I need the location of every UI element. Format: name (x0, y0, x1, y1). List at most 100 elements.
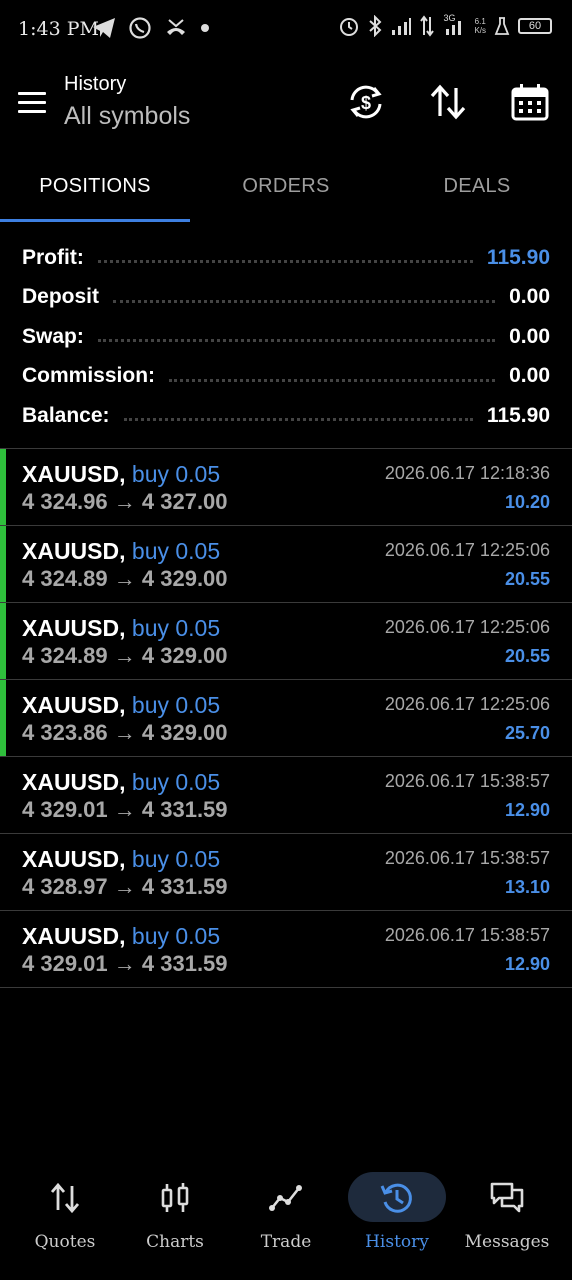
position-symbol: XAUUSD, (22, 846, 126, 872)
close-price: 4 331.59 (141, 797, 228, 822)
position-profit: 13.10 (504, 877, 550, 897)
arrow-icon: → (113, 951, 136, 976)
summary-label: Balance: (22, 403, 110, 427)
dotted-leader (123, 418, 473, 422)
history-icon (380, 1183, 412, 1213)
close-price: 4 329.00 (141, 643, 228, 668)
summary-value: 0.00 (509, 324, 550, 348)
open-price: 4 324.89 (22, 566, 108, 591)
summary-label: Swap: (22, 324, 84, 348)
position-time: 2026.06.17 15:38:57 (384, 771, 550, 791)
close-price: 4 329.00 (141, 566, 228, 591)
nav-quotes[interactable]: Quotes (10, 1160, 120, 1270)
network-label: 3G (443, 13, 456, 23)
active-tab-indicator (0, 219, 190, 222)
position-time: 2026.06.17 12:25:06 (384, 694, 550, 714)
notification-icons (92, 16, 210, 40)
position-time: 2026.06.17 12:18:36 (384, 463, 550, 483)
tab-orders[interactable]: ORDERS (191, 150, 381, 222)
positions-list: XAUUSD, buy 0.05 4 324.96 → 4 327.00 202… (0, 448, 572, 988)
calendar-icon[interactable] (510, 82, 550, 122)
summary-value: 115.90 (486, 245, 550, 269)
nav-trade[interactable]: Trade (231, 1160, 341, 1270)
telegram-icon (93, 18, 115, 38)
currency-exchange-icon[interactable]: $ (346, 82, 386, 122)
summary-value: 115.90 (486, 403, 550, 427)
nav-history[interactable]: History (336, 1160, 446, 1270)
arrow-icon: → (113, 566, 136, 591)
dotted-leader (169, 378, 496, 382)
position-profit: 12.90 (504, 954, 550, 974)
nav-messages[interactable]: Messages (452, 1160, 562, 1270)
arrow-icon: → (113, 489, 136, 514)
position-row[interactable]: XAUUSD, buy 0.05 4 324.89 → 4 329.00 202… (0, 526, 572, 603)
summary-label: Commission: (22, 364, 156, 388)
symbol-filter[interactable]: All symbols (64, 102, 190, 131)
network-speed: 6.1 K/s (474, 17, 486, 35)
summary-value: 0.00 (509, 364, 550, 388)
dot-icon (201, 24, 209, 32)
position-prices: 4 329.01 → 4 331.59 (22, 951, 228, 977)
nav-label: Messages (464, 1232, 550, 1252)
open-price: 4 328.97 (22, 874, 108, 899)
position-side: buy 0.05 (131, 615, 221, 641)
status-bar: 1:43 PM 3G 6.1 K/s 60 (0, 0, 572, 58)
position-symbol-line: XAUUSD, buy 0.05 (22, 461, 220, 488)
position-row[interactable]: XAUUSD, buy 0.05 4 323.86 → 4 329.00 202… (0, 680, 572, 757)
open-price: 4 324.89 (22, 643, 108, 668)
arrow-icon: → (113, 797, 136, 822)
battery-indicator: 60 (518, 18, 552, 34)
tab-deals[interactable]: DEALS (382, 150, 572, 222)
position-symbol: XAUUSD, (22, 692, 126, 718)
position-symbol-line: XAUUSD, buy 0.05 (22, 692, 220, 719)
tab-positions[interactable]: POSITIONS (0, 150, 190, 222)
position-row[interactable]: XAUUSD, buy 0.05 4 328.97 → 4 331.59 202… (0, 834, 572, 911)
summary-label: Profit: (22, 245, 84, 269)
quotes-icon (50, 1182, 80, 1214)
position-row[interactable]: XAUUSD, buy 0.05 4 329.01 → 4 331.59 202… (0, 911, 572, 988)
open-price: 4 329.01 (22, 797, 108, 822)
bluetooth-icon (369, 15, 382, 37)
position-side: buy 0.05 (131, 769, 221, 795)
position-profit: 20.55 (504, 646, 550, 666)
status-time: 1:43 PM (18, 18, 99, 40)
position-symbol: XAUUSD, (22, 461, 126, 487)
position-prices: 4 324.89 → 4 329.00 (22, 643, 228, 669)
summary-row-commission: Commission: 0.00 (0, 357, 572, 397)
whatsapp-icon (129, 17, 151, 39)
data-arrows-icon (420, 15, 435, 37)
bottom-navigation: Quotes Charts Trade History Messages (0, 1160, 572, 1270)
messages-icon (490, 1182, 524, 1213)
position-side: buy 0.05 (131, 461, 221, 487)
position-time: 2026.06.17 12:25:06 (384, 617, 550, 637)
history-tabs: POSITIONS ORDERS DEALS (0, 150, 572, 222)
position-row[interactable]: XAUUSD, buy 0.05 4 324.89 → 4 329.00 202… (0, 603, 572, 680)
position-row[interactable]: XAUUSD, buy 0.05 4 329.01 → 4 331.59 202… (0, 757, 572, 834)
position-time: 2026.06.17 15:38:57 (384, 848, 550, 868)
app-bar: History All symbols $ (0, 58, 572, 150)
hamburger-menu-icon[interactable] (18, 92, 46, 114)
arrow-icon: → (113, 643, 136, 668)
open-price: 4 323.86 (22, 720, 108, 745)
position-prices: 4 324.96 → 4 327.00 (22, 489, 228, 515)
position-profit: 20.55 (504, 569, 550, 589)
position-side: buy 0.05 (131, 846, 221, 872)
missed-call-icon (167, 19, 185, 35)
dotted-leader (97, 339, 496, 343)
sort-icon[interactable] (428, 82, 468, 122)
nav-label: Quotes (34, 1232, 96, 1252)
position-side: buy 0.05 (131, 923, 221, 949)
position-symbol-line: XAUUSD, buy 0.05 (22, 846, 220, 873)
nav-charts[interactable]: Charts (120, 1160, 230, 1270)
position-prices: 4 329.01 → 4 331.59 (22, 797, 228, 823)
flask-icon (494, 17, 510, 35)
position-row[interactable]: XAUUSD, buy 0.05 4 324.96 → 4 327.00 202… (0, 449, 572, 526)
position-time: 2026.06.17 12:25:06 (384, 540, 550, 560)
position-symbol-line: XAUUSD, buy 0.05 (22, 769, 220, 796)
summary-panel: Profit: 115.90 Deposit 0.00 Swap: 0.00 C… (0, 238, 572, 436)
summary-label: Deposit (22, 285, 100, 309)
summary-row-deposit: Deposit 0.00 (0, 278, 572, 318)
position-symbol-line: XAUUSD, buy 0.05 (22, 615, 220, 642)
network-signal-3g: 3G (442, 13, 466, 37)
position-symbol-line: XAUUSD, buy 0.05 (22, 923, 220, 950)
